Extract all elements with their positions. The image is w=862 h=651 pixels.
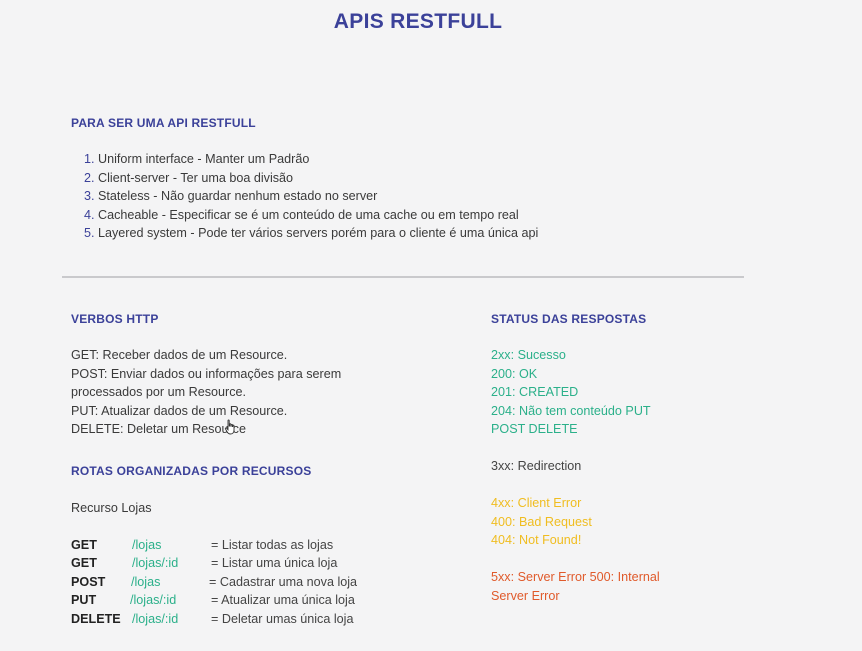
list-number: 2. xyxy=(84,170,95,185)
verb-line: DELETE: Deletar um Resource xyxy=(71,422,246,436)
restfull-principles-list: 1. Uniform interface - Manter um Padrão 2… xyxy=(84,150,538,243)
list-item: 4. Cacheable - Especificar se é um conteú… xyxy=(84,206,538,225)
section-divider xyxy=(62,276,744,278)
route-description: = Deletar umas única loja xyxy=(211,611,354,626)
status-line: POST DELETE xyxy=(491,422,578,436)
status-line: Server Error xyxy=(491,588,560,603)
section-heading-restfull: PARA SER UMA API RESTFULL xyxy=(71,116,256,130)
list-item-text: Client-server - Ter uma boa divisão xyxy=(98,170,294,185)
route-method: DELETE xyxy=(71,611,121,626)
status-client-error-group: 4xx: Client Error 400: Bad Request 404: … xyxy=(491,494,592,550)
verb-line: processados por um Resource. xyxy=(71,385,246,399)
section-heading-verbs: VERBOS HTTP xyxy=(71,312,159,326)
list-number: 5. xyxy=(84,226,95,240)
status-redirect-group: 3xx: Redirection xyxy=(491,457,581,476)
route-method: POST xyxy=(71,574,106,589)
route-path: /lojas xyxy=(131,574,161,589)
status-line: 400: Bad Request xyxy=(491,514,592,529)
route-description: = Listar uma única loja xyxy=(211,556,338,571)
status-success-group: 2xx: Sucesso 200: OK 201: CREATED 204: N… xyxy=(491,346,651,439)
verbs-text-block: GET: Receber dados de um Resource. POST:… xyxy=(71,346,341,439)
status-line: 5xx: Server Error 500: Internal xyxy=(491,570,660,584)
list-item-text: Layered system - Pode ter vários servers… xyxy=(98,226,539,240)
route-description: = Cadastrar uma nova loja xyxy=(209,574,358,589)
list-number: 3. xyxy=(84,189,95,203)
route-description: = Listar todas as lojas xyxy=(211,538,334,552)
status-line: 3xx: Redirection xyxy=(491,459,582,473)
route-method: PUT xyxy=(71,593,97,608)
verb-line: POST: Enviar dados ou informações para s… xyxy=(71,366,342,381)
route-description: = Atualizar uma única loja xyxy=(211,593,355,608)
verb-line: GET: Receber dados de um Resource. xyxy=(71,348,288,362)
route-method: GET xyxy=(71,538,97,552)
hand-pointer-icon xyxy=(224,419,235,435)
resource-label: Recurso Lojas xyxy=(71,501,152,515)
list-item: 1. Uniform interface - Manter um Padrão xyxy=(84,150,538,169)
status-line: 4xx: Client Error xyxy=(491,496,582,510)
section-heading-status: STATUS DAS RESPOSTAS xyxy=(491,312,647,326)
route-path: /lojas/:id xyxy=(132,556,179,571)
list-item: 2. Client-server - Ter uma boa divisão xyxy=(84,169,538,188)
status-line: 200: OK xyxy=(491,366,538,381)
route-path: /lojas/:id xyxy=(130,593,177,608)
route-path: /lojas xyxy=(132,538,162,552)
list-item-text: Cacheable - Especificar se é um conteúdo… xyxy=(98,207,519,222)
route-path: /lojas/:id xyxy=(132,611,179,626)
verb-line: PUT: Atualizar dados de um Resource. xyxy=(71,403,288,418)
list-item: 3. Stateless - Não guardar nenhum estado … xyxy=(84,187,538,206)
list-item-text: Uniform interface - Manter um Padrão xyxy=(98,152,310,166)
status-line: 404: Not Found! xyxy=(491,533,582,547)
page-title: APIS RESTFULL xyxy=(333,10,503,33)
list-number: 4. xyxy=(84,207,95,222)
list-item-text: Stateless - Não guardar nenhum estado no… xyxy=(98,189,378,203)
status-line: 2xx: Sucesso xyxy=(491,348,566,362)
route-method: GET xyxy=(71,556,97,571)
status-line: 201: CREATED xyxy=(491,385,579,399)
list-item: 5. Layered system - Pode ter vários serve… xyxy=(84,224,538,243)
list-number: 1. xyxy=(84,152,95,166)
section-heading-routes: ROTAS ORGANIZADAS POR RECURSOS xyxy=(71,464,312,478)
status-line: 204: Não tem conteúdo PUT xyxy=(491,403,651,418)
status-server-error-group: 5xx: Server Error 500: Internal Server E… xyxy=(491,568,660,605)
